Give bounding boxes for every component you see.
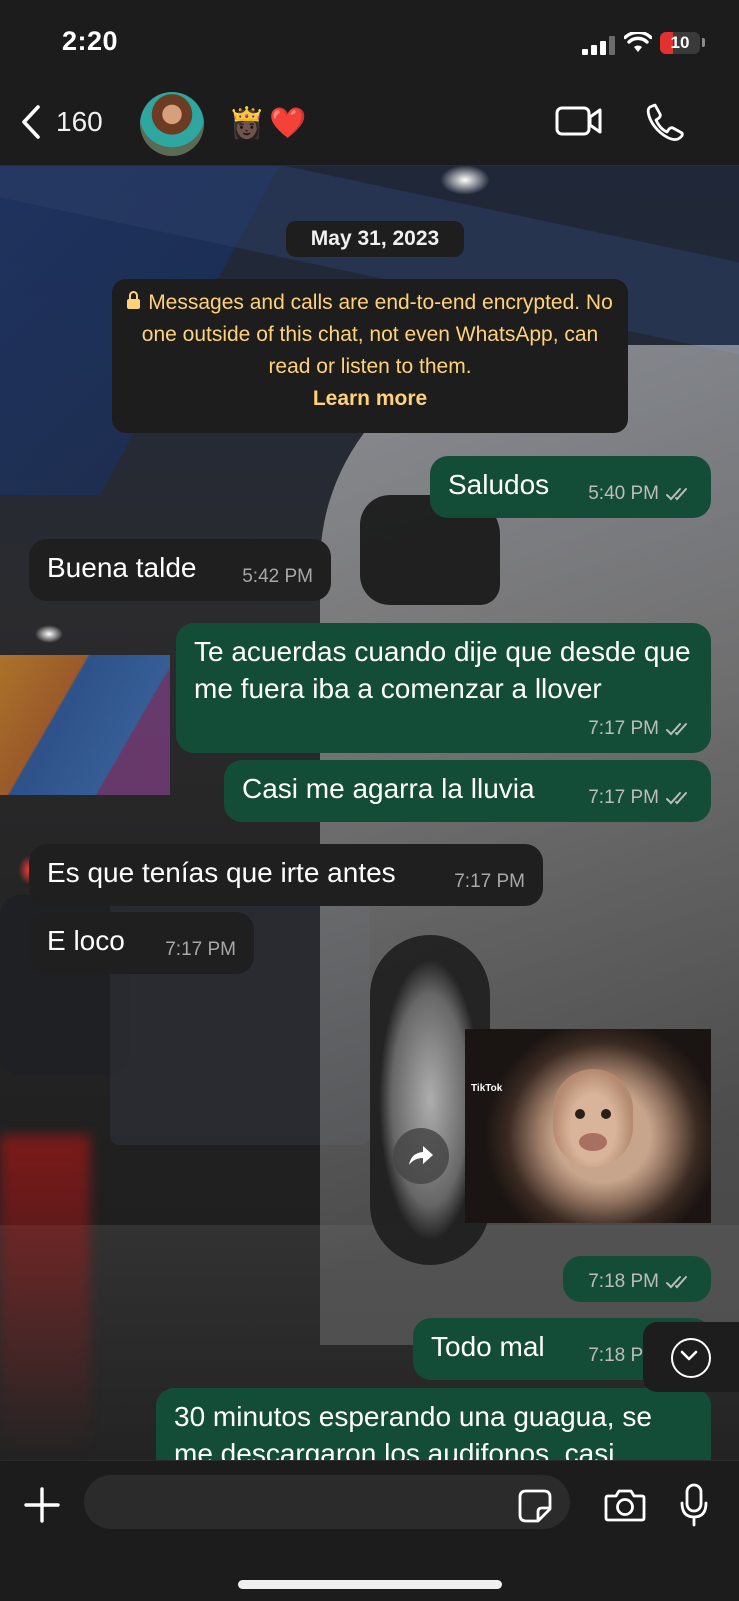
message-time: 7:17 PM bbox=[454, 871, 525, 892]
message-time: 5:40 PM bbox=[588, 483, 659, 504]
camera-icon[interactable] bbox=[604, 1487, 646, 1523]
message-text: Es que tenías que irte antes bbox=[47, 857, 396, 888]
sticker-icon[interactable] bbox=[518, 1489, 552, 1523]
battery-icon: 10 bbox=[660, 32, 700, 54]
message-text: Saludos bbox=[448, 469, 550, 500]
lock-icon bbox=[127, 291, 141, 309]
message-time: 7:17 PM bbox=[588, 787, 659, 808]
chevron-left-icon bbox=[22, 105, 40, 139]
message-text: 30 minutos esperando una guagua, se me d… bbox=[174, 1401, 652, 1469]
video-camera-icon[interactable] bbox=[555, 104, 603, 138]
wallpaper-mural bbox=[0, 655, 170, 795]
microphone-icon[interactable] bbox=[680, 1483, 708, 1527]
scroll-to-bottom-button[interactable] bbox=[643, 1322, 739, 1392]
battery-tip bbox=[702, 38, 705, 47]
back-button[interactable]: 160 bbox=[20, 104, 103, 140]
date-chip: May 31, 2023 bbox=[286, 221, 464, 257]
battery-percent: 10 bbox=[670, 33, 690, 52]
chat-header: 2:20 10 160 👸🏿❤️ bbox=[0, 0, 739, 166]
message-time: 7:17 PM bbox=[165, 939, 236, 960]
unread-count: 160 bbox=[56, 106, 103, 137]
learn-more-link[interactable]: Learn more bbox=[124, 383, 616, 415]
tiktok-watermark: TikTok bbox=[471, 1083, 503, 1094]
message-bubble-incoming[interactable]: E loco 7:17 PM bbox=[29, 912, 254, 974]
message-time: 5:42 PM bbox=[242, 566, 313, 587]
cellular-signal-icon bbox=[582, 35, 616, 55]
message-input[interactable] bbox=[84, 1475, 570, 1529]
message-bubble-outgoing[interactable]: Te acuerdas cuando dije que desde que me… bbox=[176, 623, 711, 753]
wallpaper-light bbox=[35, 625, 63, 643]
plus-icon[interactable] bbox=[24, 1487, 60, 1523]
video-thumbnail-subject bbox=[553, 1069, 633, 1167]
message-text: Te acuerdas cuando dije que desde que me… bbox=[194, 636, 691, 704]
video-message[interactable]: TikTok bbox=[465, 1029, 711, 1223]
message-time: 7:18 PM bbox=[588, 1271, 659, 1292]
home-indicator[interactable] bbox=[238, 1580, 502, 1589]
status-time: 2:20 bbox=[62, 26, 119, 56]
double-check-icon bbox=[666, 488, 687, 501]
video-caption-bubble[interactable]: 7:18 PM bbox=[563, 1256, 711, 1302]
message-text: Todo mal bbox=[431, 1331, 545, 1362]
forward-button[interactable] bbox=[393, 1128, 449, 1184]
encryption-notice[interactable]: Messages and calls are end-to-end encryp… bbox=[112, 279, 628, 433]
message-text: E loco bbox=[47, 925, 125, 956]
forward-arrow-icon bbox=[409, 1146, 433, 1165]
wallpaper-light bbox=[440, 165, 490, 195]
message-bubble-incoming[interactable]: Es que tenías que irte antes 7:17 PM bbox=[29, 844, 543, 906]
contact-avatar[interactable] bbox=[140, 92, 204, 156]
message-text: Casi me agarra la lluvia bbox=[242, 773, 535, 804]
message-bubble-outgoing[interactable]: Saludos 5:40 PM bbox=[430, 456, 711, 518]
wallpaper-red-reflection bbox=[0, 1135, 90, 1455]
message-bubble-incoming[interactable]: Buena talde 5:42 PM bbox=[29, 539, 331, 601]
message-bubble-outgoing[interactable]: Casi me agarra la lluvia 7:17 PM bbox=[224, 760, 711, 822]
double-check-icon bbox=[666, 723, 687, 736]
message-text: Buena talde bbox=[47, 552, 197, 583]
chevron-down-icon bbox=[680, 1350, 698, 1361]
double-check-icon bbox=[666, 1276, 687, 1289]
encryption-notice-text: Messages and calls are end-to-end encryp… bbox=[141, 291, 613, 378]
double-check-icon bbox=[666, 792, 687, 805]
phone-icon[interactable] bbox=[645, 102, 685, 142]
contact-name[interactable]: 👸🏿❤️ bbox=[228, 106, 311, 141]
wifi-icon bbox=[624, 32, 652, 52]
message-time: 7:17 PM bbox=[588, 718, 659, 739]
